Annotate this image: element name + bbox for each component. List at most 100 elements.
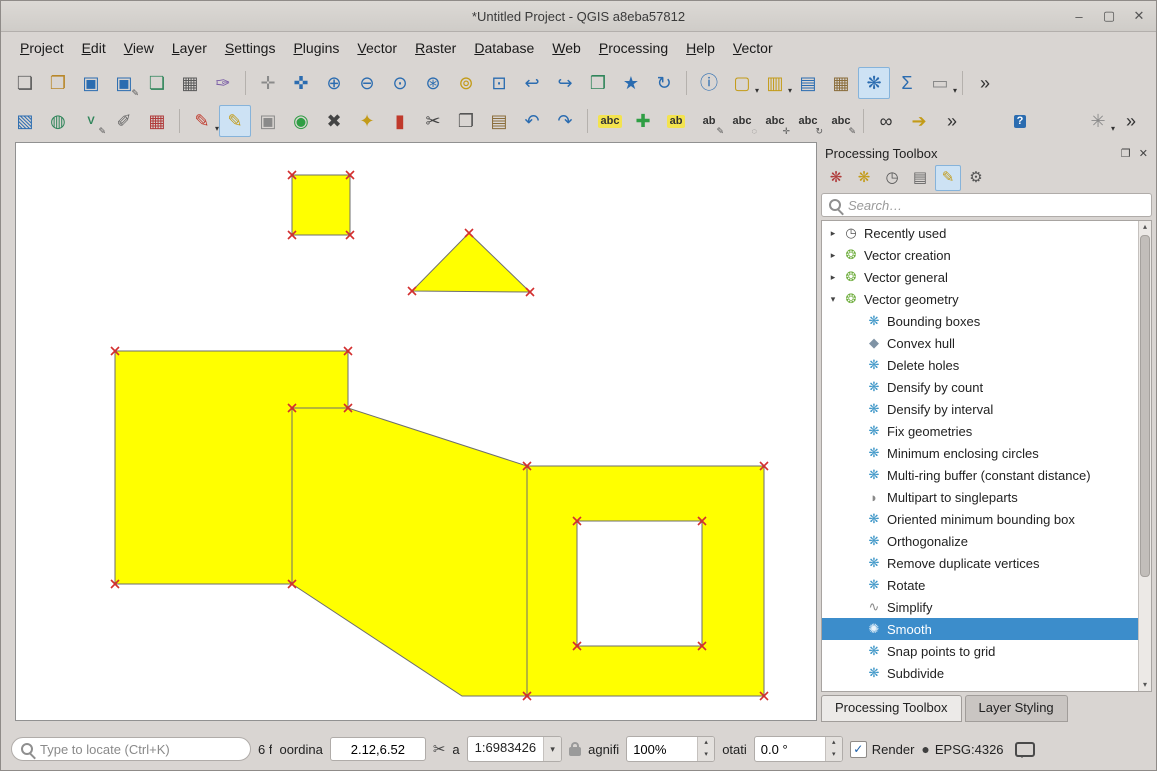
tree-item-minimum-enclosing-circles[interactable]: ❋Minimum enclosing circles bbox=[822, 442, 1139, 464]
show-hide-labels-button[interactable]: abc◌ bbox=[726, 105, 758, 137]
open-project-button[interactable]: ❐ bbox=[42, 67, 74, 99]
options-button[interactable]: ⚙ bbox=[963, 165, 989, 191]
zoom-native-button[interactable]: ⊙ bbox=[384, 67, 416, 99]
chevron-right-icon[interactable]: ▸ bbox=[828, 272, 838, 283]
copy-features-button[interactable]: ❐ bbox=[450, 105, 482, 137]
new-virtual-layer-button[interactable]: ✐ bbox=[108, 105, 140, 137]
scale-dropdown-icon[interactable]: ▾ bbox=[543, 737, 561, 761]
scripts-button[interactable]: ❋ bbox=[851, 165, 877, 191]
plugin-action-button[interactable]: ➔ bbox=[903, 105, 935, 137]
refresh-button[interactable]: ↻ bbox=[648, 67, 680, 99]
render-checkbox[interactable]: ✓ Render bbox=[850, 741, 915, 758]
minimize-button[interactable]: – bbox=[1072, 9, 1086, 24]
measure-button[interactable]: ▭▾ bbox=[924, 67, 956, 99]
menu-vector[interactable]: Vector bbox=[348, 36, 406, 60]
tree-item-simplify[interactable]: ∿Simplify bbox=[822, 596, 1139, 618]
tree-item-subdivide[interactable]: ❋Subdivide bbox=[822, 662, 1139, 684]
layer-labeling-options-button[interactable]: abc bbox=[594, 105, 626, 137]
tree-item-rotate[interactable]: ❋Rotate bbox=[822, 574, 1139, 596]
tree-item-vector-geometry[interactable]: ▾❂Vector geometry bbox=[822, 288, 1139, 310]
redo-button[interactable]: ↷ bbox=[549, 105, 581, 137]
menu-raster[interactable]: Raster bbox=[406, 36, 465, 60]
pan-map-button[interactable]: ✛ bbox=[252, 67, 284, 99]
edit-features-in-place-button[interactable]: ✎ bbox=[935, 165, 961, 191]
data-source-manager-button[interactable]: ▧ bbox=[9, 105, 41, 137]
highlight-labels-button[interactable]: ab bbox=[660, 105, 692, 137]
new-project-button[interactable]: ❏ bbox=[9, 67, 41, 99]
pan-to-selection-button[interactable]: ✜ bbox=[285, 67, 317, 99]
zoom-to-layer-button[interactable]: ⊡ bbox=[483, 67, 515, 99]
close-panel-icon[interactable]: ✕ bbox=[1139, 147, 1148, 160]
models-button[interactable]: ❋ bbox=[823, 165, 849, 191]
tree-item-oriented-minimum-bounding-box[interactable]: ❋Oriented minimum bounding box bbox=[822, 508, 1139, 530]
rotate-label-button[interactable]: abc↻ bbox=[792, 105, 824, 137]
move-feature-button[interactable]: ✦ bbox=[351, 105, 383, 137]
cut-features-button[interactable]: ✂ bbox=[417, 105, 449, 137]
tree-item-smooth[interactable]: ✺Smooth bbox=[822, 618, 1139, 640]
new-map-view-button[interactable]: ❒ bbox=[582, 67, 614, 99]
open-attribute-table-button[interactable]: ▤ bbox=[792, 67, 824, 99]
chevron-right-icon[interactable]: ▸ bbox=[828, 228, 838, 239]
spin-up-icon[interactable]: ▴ bbox=[698, 737, 714, 749]
locate-input[interactable] bbox=[11, 737, 251, 761]
tree-item-fix-geometries[interactable]: ❋Fix geometries bbox=[822, 420, 1139, 442]
vertex-tool-button[interactable]: ✖ bbox=[318, 105, 350, 137]
rotation-spin-up-icon[interactable]: ▴ bbox=[826, 737, 842, 749]
chevron-down-icon[interactable]: ▾ bbox=[828, 294, 838, 305]
menu-project[interactable]: Project bbox=[11, 36, 73, 60]
panel-scrollbar[interactable]: ▴ ▾ bbox=[1138, 221, 1151, 691]
field-calculator-button[interactable]: ▦ bbox=[825, 67, 857, 99]
tree-item-vector-creation[interactable]: ▸❂Vector creation bbox=[822, 244, 1139, 266]
close-button[interactable]: ✕ bbox=[1132, 8, 1146, 24]
tree-item-snap-points-to-grid[interactable]: ❋Snap points to grid bbox=[822, 640, 1139, 662]
scrollbar-thumb[interactable] bbox=[1140, 235, 1150, 577]
scroll-down-icon[interactable]: ▾ bbox=[1143, 679, 1147, 691]
current-edits-button[interactable]: ✎▾ bbox=[186, 105, 218, 137]
tree-item-densify-by-interval[interactable]: ❋Densify by interval bbox=[822, 398, 1139, 420]
zoom-next-button[interactable]: ↪ bbox=[549, 67, 581, 99]
toolbar-extension-2-button[interactable]: » bbox=[936, 105, 968, 137]
menu-help[interactable]: Help bbox=[677, 36, 724, 60]
menu-view[interactable]: View bbox=[115, 36, 163, 60]
save-layer-edits-button[interactable]: ▣ bbox=[252, 105, 284, 137]
statistics-button[interactable]: Σ bbox=[891, 67, 923, 99]
crs-indicator[interactable]: ● EPSG:4326 bbox=[921, 741, 1003, 757]
coordinate-input[interactable] bbox=[330, 737, 426, 761]
identify-features-button[interactable]: ⓘ bbox=[693, 67, 725, 99]
menu-processing[interactable]: Processing bbox=[590, 36, 677, 60]
pin-unpin-labels-button[interactable]: ab✎ bbox=[693, 105, 725, 137]
menu-vector[interactable]: Vector bbox=[724, 36, 782, 60]
bookmarks-button[interactable]: ★ bbox=[615, 67, 647, 99]
tree-item-bounding-boxes[interactable]: ❋Bounding boxes bbox=[822, 310, 1139, 332]
maximize-button[interactable]: ▢ bbox=[1102, 8, 1116, 24]
menu-edit[interactable]: Edit bbox=[73, 36, 115, 60]
new-temporary-scratch-layer-button[interactable]: ▦ bbox=[141, 105, 173, 137]
tree-item-recently-used[interactable]: ▸◷Recently used bbox=[822, 222, 1139, 244]
scroll-up-icon[interactable]: ▴ bbox=[1143, 221, 1147, 233]
zoom-last-button[interactable]: ↩ bbox=[516, 67, 548, 99]
tree-item-convex-hull[interactable]: ◆Convex hull bbox=[822, 332, 1139, 354]
zoom-in-button[interactable]: ⊕ bbox=[318, 67, 350, 99]
scale-combo[interactable]: 1:6983426 ▾ bbox=[467, 736, 562, 762]
delete-selected-button[interactable]: ▮ bbox=[384, 105, 416, 137]
tree-item-densify-by-count[interactable]: ❋Densify by count bbox=[822, 376, 1139, 398]
zoom-out-button[interactable]: ⊖ bbox=[351, 67, 383, 99]
rotation-spin-down-icon[interactable]: ▾ bbox=[826, 749, 842, 761]
map-canvas[interactable] bbox=[15, 142, 817, 721]
tree-item-vector-general[interactable]: ▸❂Vector general bbox=[822, 266, 1139, 288]
results-viewer-button[interactable]: ▤ bbox=[907, 165, 933, 191]
chevron-right-icon[interactable]: ▸ bbox=[828, 250, 838, 261]
tree-item-orthogonalize[interactable]: ❋Orthogonalize bbox=[822, 530, 1139, 552]
new-shapefile-layer-button[interactable]: V✎ bbox=[75, 105, 107, 137]
menu-layer[interactable]: Layer bbox=[163, 36, 216, 60]
toolbar-extension-3-button[interactable]: » bbox=[1115, 105, 1147, 137]
select-features-button[interactable]: ▢▾ bbox=[726, 67, 758, 99]
select-by-value-button[interactable]: ▥▾ bbox=[759, 67, 791, 99]
processing-toolbox-toggle[interactable]: ❋ bbox=[858, 67, 890, 99]
magnifier-input[interactable] bbox=[627, 737, 697, 761]
style-manager-button[interactable]: ✑ bbox=[207, 67, 239, 99]
new-print-layout-button[interactable]: ❏ bbox=[141, 67, 173, 99]
toggle-editing-button[interactable]: ✎ bbox=[219, 105, 251, 137]
lock-scale-icon[interactable] bbox=[569, 747, 581, 756]
layer-diagram-options-button[interactable]: ✚ bbox=[627, 105, 659, 137]
